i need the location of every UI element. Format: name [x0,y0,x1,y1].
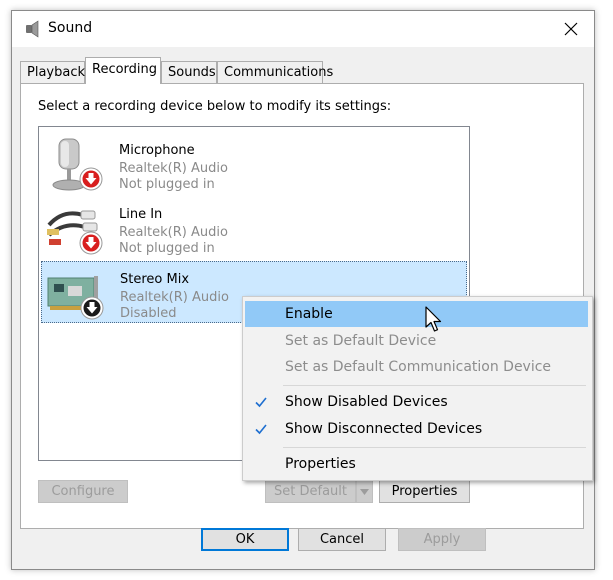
red-down-arrow-badge-icon [79,231,103,255]
close-icon [564,22,578,36]
menu-item-show-disconnected-devices[interactable]: Show Disconnected Devices [245,416,588,442]
close-button[interactable] [548,11,594,47]
tab-sounds[interactable]: Sounds [161,61,217,83]
device-name: Microphone [119,143,195,158]
device-driver: Realtek(R) Audio [119,225,228,240]
menu-separator [283,447,586,448]
tab-communications[interactable]: Communications [217,61,333,83]
menu-item-properties[interactable]: Properties [245,451,588,477]
tab-recording[interactable]: Recording [85,57,161,84]
device-status: Disabled [120,306,177,321]
device-driver: Realtek(R) Audio [120,290,229,305]
menu-item-set-as-default-device[interactable]: Set as Default Device [245,328,588,354]
set-default-dropdown-button[interactable] [356,480,373,503]
sound-dialog: Sound Playback Recording Sounds Communic… [11,10,595,570]
device-name: Line In [119,207,163,222]
menu-item-label: Show Disconnected Devices [285,421,483,437]
menu-item-label: Set as Default Device [285,333,437,349]
window-title: Sound [48,20,93,36]
chevron-down-icon [360,489,369,495]
menu-item-enable[interactable]: Enable [245,301,588,327]
configure-button[interactable]: Configure [38,480,128,503]
menu-item-show-disabled-devices[interactable]: Show Disabled Devices [245,389,588,415]
menu-item-label: Set as Default Communication Device [285,359,552,375]
menu-item-label: Properties [285,456,356,472]
device-item-line-in[interactable]: Line In Realtek(R) Audio Not plugged in [41,197,467,259]
ok-button[interactable]: OK [201,528,289,551]
mouse-cursor-icon [425,306,442,332]
menu-item-label: Enable [285,306,333,322]
menu-separator [283,385,586,386]
device-status: Not plugged in [119,177,215,192]
checkmark-icon [255,397,267,408]
context-menu: Enable Set as Default Device Set as Defa… [242,296,593,481]
apply-button[interactable]: Apply [398,528,486,551]
cancel-button[interactable]: Cancel [298,528,386,551]
checkmark-icon [255,424,267,435]
tab-playback[interactable]: Playback [20,61,85,83]
red-down-arrow-badge-icon [79,167,103,191]
instruction-text: Select a recording device below to modif… [38,99,392,114]
speaker-icon [26,20,39,38]
device-status: Not plugged in [119,241,215,256]
device-item-microphone[interactable]: Microphone Realtek(R) Audio Not plugged … [41,133,467,195]
set-default-button[interactable]: Set Default [265,480,356,503]
device-name: Stereo Mix [120,272,190,287]
menu-item-set-as-default-communication-device[interactable]: Set as Default Communication Device [245,354,588,380]
title-bar[interactable]: Sound [12,11,594,47]
menu-item-label: Show Disabled Devices [285,394,448,410]
properties-button[interactable]: Properties [379,480,470,503]
device-driver: Realtek(R) Audio [119,161,228,176]
black-down-arrow-badge-icon [80,296,104,320]
